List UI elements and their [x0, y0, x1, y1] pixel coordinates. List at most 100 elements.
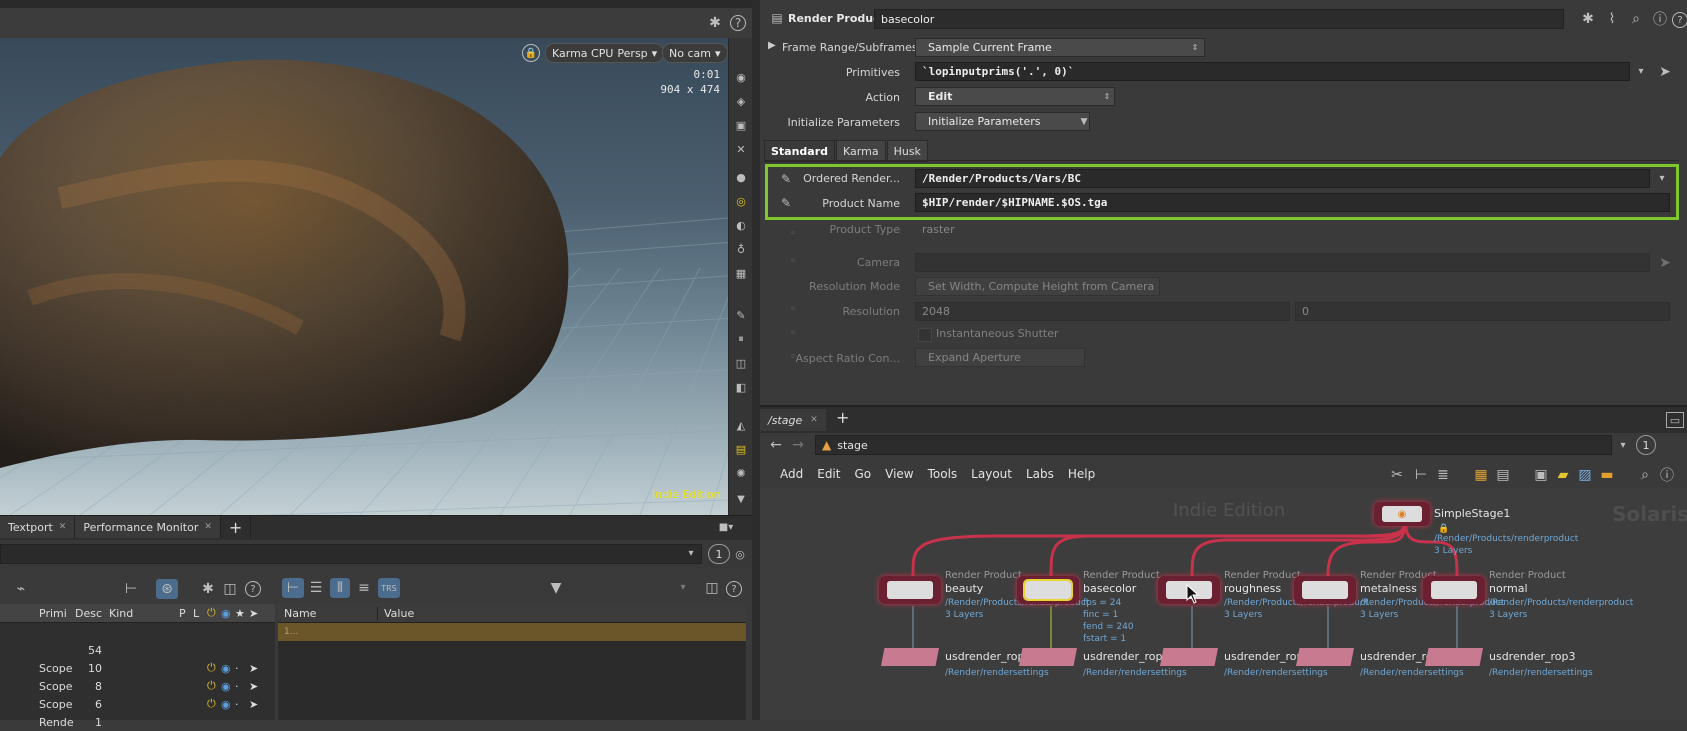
- table-row[interactable]: [0, 623, 275, 641]
- close-icon[interactable]: ✕: [731, 140, 751, 158]
- view-icon[interactable]: ◉: [731, 68, 751, 86]
- help-icon[interactable]: ?: [726, 581, 742, 597]
- menu-view[interactable]: View: [885, 467, 913, 481]
- settings-icon[interactable]: ✺: [731, 464, 751, 482]
- camera-icon[interactable]: ◫: [731, 354, 751, 372]
- init-params-menu[interactable]: Initialize Parameters: [915, 112, 1090, 131]
- tree-icon[interactable]: ⊢: [1412, 466, 1430, 484]
- light-icon[interactable]: ●: [731, 168, 751, 186]
- grid-icon[interactable]: ▦: [1472, 466, 1490, 484]
- product-name-field[interactable]: $HIP/render/$HIPNAME.$OS.tga: [915, 193, 1670, 212]
- column-header[interactable]: L: [190, 607, 204, 620]
- tab-karma[interactable]: Karma: [836, 140, 886, 162]
- resolution-height-field[interactable]: 0: [1295, 302, 1670, 321]
- search-icon[interactable]: ⌕: [1626, 9, 1646, 29]
- pin-counter[interactable]: 1: [708, 544, 730, 564]
- target-icon[interactable]: ⊛: [156, 579, 178, 599]
- list-icon[interactable]: ☰: [306, 578, 326, 598]
- close-icon[interactable]: ✕: [204, 522, 212, 532]
- dot-icon[interactable]: ·: [232, 698, 246, 711]
- image-icon[interactable]: ▣: [1532, 466, 1550, 484]
- aspect-ratio-menu[interactable]: Expand Aperture: [915, 348, 1085, 367]
- filter-field[interactable]: [568, 578, 688, 596]
- box-icon[interactable]: ▬: [1598, 466, 1616, 484]
- render-product-node[interactable]: [1294, 576, 1356, 604]
- usd-render-rop-node[interactable]: [1425, 648, 1483, 666]
- render-product-node[interactable]: [1423, 576, 1485, 604]
- usd-render-rop-node[interactable]: [1296, 648, 1354, 666]
- column-header[interactable]: Desc: [72, 607, 106, 620]
- filter-row[interactable]: 1...: [278, 623, 746, 641]
- close-icon[interactable]: ✕: [810, 415, 818, 425]
- eye-icon[interactable]: ◉: [218, 662, 232, 675]
- resolution-width-field[interactable]: 2048: [915, 302, 1290, 321]
- simplestage-node[interactable]: ◉: [1374, 502, 1430, 526]
- visibility-icon[interactable]: ◐: [731, 216, 751, 234]
- sticky-note-icon[interactable]: ▰: [1554, 466, 1572, 484]
- expand-arrow-icon[interactable]: ▶: [768, 40, 776, 51]
- column-header[interactable]: Primi: [36, 607, 72, 620]
- eyedropper-icon[interactable]: ⌁: [10, 580, 32, 598]
- close-icon[interactable]: ✕: [59, 522, 67, 532]
- gear-icon[interactable]: ✱: [1578, 9, 1598, 29]
- product-type-field[interactable]: raster: [915, 220, 1670, 239]
- select-arrow-icon[interactable]: ➤: [1656, 253, 1674, 272]
- power-icon[interactable]: ⏻: [204, 661, 218, 675]
- tools-icon[interactable]: ✂: [1388, 466, 1406, 484]
- chevron-down-icon[interactable]: ▾: [1653, 169, 1671, 188]
- tab-performance-monitor[interactable]: Performance Monitor ✕: [75, 516, 221, 538]
- columns-icon[interactable]: ⫴: [330, 578, 350, 598]
- pin-counter[interactable]: 1: [1636, 435, 1656, 455]
- grid-icon[interactable]: ▤: [731, 440, 751, 458]
- gear-icon[interactable]: ✱: [198, 580, 218, 598]
- column-header[interactable]: Kind: [106, 607, 176, 620]
- pane-splitter[interactable]: [752, 0, 760, 720]
- chevron-down-icon[interactable]: ▾: [1632, 62, 1650, 81]
- render-icon[interactable]: ◧: [731, 378, 751, 396]
- power-icon[interactable]: ⏻: [204, 697, 218, 711]
- pointer-icon[interactable]: ➤: [246, 680, 260, 693]
- info-icon[interactable]: ⓘ: [1650, 9, 1670, 29]
- pointer-icon[interactable]: ➤: [246, 698, 260, 711]
- table-row[interactable]: Scope 10 ⏻ ◉ · ➤: [0, 659, 275, 677]
- frame-range-menu[interactable]: Sample Current Frame: [915, 38, 1205, 57]
- table-row[interactable]: Scope 6 ⏻ ◉ · ➤: [0, 695, 275, 713]
- network-canvas[interactable]: Indie Edition Solaris ◉ SimpleStage1 🔒 /…: [760, 488, 1687, 720]
- menu-labs[interactable]: Labs: [1026, 467, 1054, 481]
- pause-icon[interactable]: ⏸: [731, 330, 751, 348]
- camera-icon[interactable]: ◫: [702, 578, 722, 598]
- render-product-node[interactable]: [879, 576, 941, 604]
- menu-go[interactable]: Go: [854, 467, 871, 481]
- renderer-menu[interactable]: Karma CPU Persp ▾: [545, 43, 665, 63]
- chevron-down-icon[interactable]: ▾: [676, 578, 690, 596]
- table-row[interactable]: Rende 1: [0, 713, 275, 731]
- network-path-field[interactable]: ▲ stage: [815, 435, 1612, 455]
- usd-render-rop-node[interactable]: [1019, 648, 1077, 666]
- rows-icon[interactable]: ≡: [354, 578, 374, 598]
- menu-tools[interactable]: Tools: [928, 467, 958, 481]
- column-header[interactable]: Value: [378, 607, 738, 620]
- layers-icon[interactable]: ◭: [731, 416, 751, 434]
- help-icon[interactable]: ?: [1672, 12, 1687, 28]
- select-icon[interactable]: ◈: [731, 92, 751, 110]
- tab-stage[interactable]: /stage ✕: [760, 409, 826, 431]
- eye-icon[interactable]: ◉: [218, 680, 232, 693]
- camera-field[interactable]: [915, 253, 1650, 272]
- link-icon[interactable]: ◎: [732, 546, 748, 562]
- tab-standard[interactable]: Standard: [764, 140, 836, 162]
- chevron-down-icon[interactable]: ▾: [1616, 436, 1630, 454]
- tab-textport[interactable]: Textport ✕: [0, 516, 76, 538]
- pen-icon[interactable]: ✎: [731, 306, 751, 324]
- table-icon[interactable]: ▤: [1494, 466, 1512, 484]
- eye-icon[interactable]: ◉: [218, 698, 232, 711]
- dot-icon[interactable]: ·: [232, 662, 246, 675]
- column-header[interactable]: P: [176, 607, 190, 620]
- transform-icon[interactable]: TRS: [378, 578, 400, 598]
- radio-icon[interactable]: ◦: [786, 326, 800, 340]
- usd-render-rop-node[interactable]: [881, 648, 939, 666]
- select-arrow-icon[interactable]: ➤: [1656, 62, 1674, 81]
- node-name-field[interactable]: basecolor: [874, 9, 1564, 29]
- primitives-field[interactable]: `lopinputprims('.', 0)`: [915, 62, 1630, 81]
- add-tab-button[interactable]: +: [836, 408, 849, 427]
- path-field[interactable]: [0, 544, 702, 564]
